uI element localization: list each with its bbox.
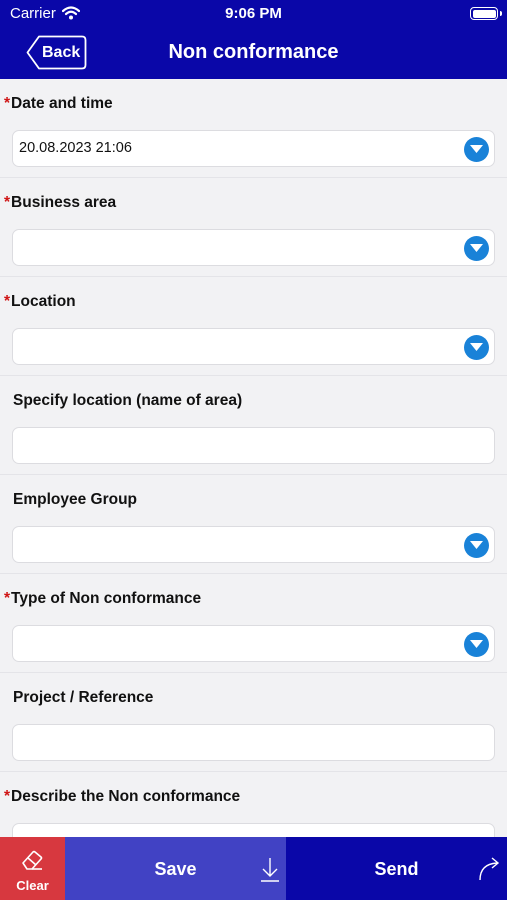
chevron-down-icon[interactable]	[464, 236, 489, 261]
send-button-label: Send	[374, 859, 419, 879]
chevron-down-icon[interactable]	[464, 533, 489, 558]
project-reference-input[interactable]	[12, 724, 495, 761]
bottom-toolbar: Clear Save Send	[0, 837, 507, 900]
specify-location-input[interactable]	[12, 427, 495, 464]
forward-arrow-icon	[479, 857, 500, 881]
field-label: *Location	[4, 293, 76, 310]
battery-icon	[470, 7, 502, 20]
status-bar: Carrier 9:06 PM	[0, 5, 507, 23]
field-employee-group: Employee Group	[0, 475, 507, 574]
save-button-label: Save	[154, 859, 197, 879]
field-label: *Business area	[4, 194, 117, 211]
business-area-dropdown[interactable]	[12, 229, 495, 266]
required-star: *	[4, 194, 11, 211]
chevron-down-icon[interactable]	[464, 137, 489, 162]
field-label: *Type of Non conformance	[4, 590, 202, 607]
field-business-area: *Business area	[0, 178, 507, 277]
field-label: Project / Reference	[13, 689, 154, 706]
required-star: *	[4, 788, 11, 805]
date-time-dropdown[interactable]: 20.08.2023 21:06	[12, 130, 495, 167]
field-describe: *Describe the Non conformance	[0, 772, 507, 837]
field-label: *Date and time	[4, 95, 113, 112]
employee-group-dropdown[interactable]	[12, 526, 495, 563]
location-dropdown[interactable]	[12, 328, 495, 365]
field-label: Specify location (name of area)	[13, 392, 243, 409]
required-star: *	[4, 95, 11, 112]
page-title: Non conformance	[168, 41, 339, 63]
field-type-non-conformance: *Type of Non conformance	[0, 574, 507, 673]
field-date-time: *Date and time 20.08.2023 21:06	[0, 79, 507, 178]
required-star: *	[4, 590, 11, 607]
nav-bar: Back Non conformance	[0, 32, 507, 72]
describe-input[interactable]	[12, 823, 495, 837]
date-time-value: 20.08.2023 21:06	[19, 140, 132, 156]
chevron-down-icon[interactable]	[464, 632, 489, 657]
save-button[interactable]: Save	[65, 837, 286, 900]
type-non-conformance-dropdown[interactable]	[12, 625, 495, 662]
clear-button-label: Clear	[16, 878, 49, 893]
eraser-icon	[22, 850, 43, 870]
field-label: Employee Group	[13, 491, 138, 508]
form: *Date and time 20.08.2023 21:06 *Busines…	[0, 79, 507, 837]
field-label: *Describe the Non conformance	[4, 788, 241, 805]
required-star: *	[4, 293, 11, 310]
clear-button[interactable]: Clear	[0, 837, 65, 900]
field-location: *Location	[0, 277, 507, 376]
header: Carrier 9:06 PM Back Non conformance	[0, 0, 507, 79]
field-specify-location: Specify location (name of area)	[0, 376, 507, 475]
download-arrow-icon	[261, 858, 279, 882]
send-button[interactable]: Send	[286, 837, 507, 900]
status-time: 9:06 PM	[225, 5, 282, 22]
field-project-reference: Project / Reference	[0, 673, 507, 772]
chevron-down-icon[interactable]	[464, 335, 489, 360]
